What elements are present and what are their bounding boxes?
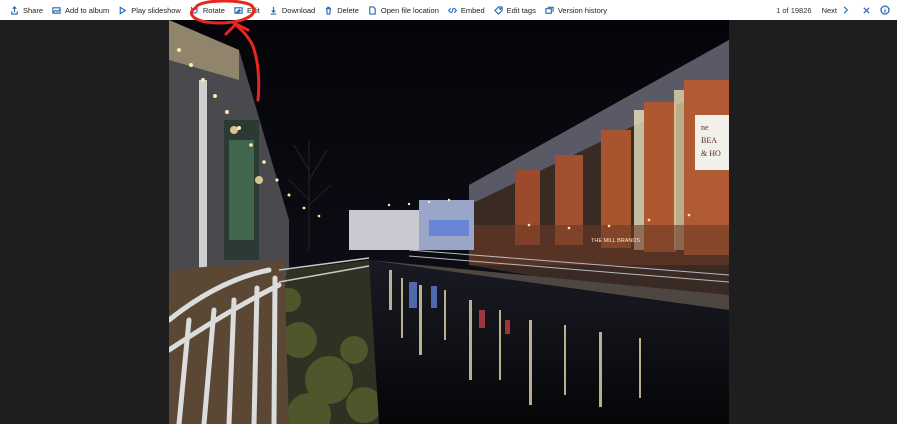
photo-counter: 1 of 19826 [776, 5, 812, 15]
download-icon [269, 6, 278, 15]
embed-button[interactable]: Embed [447, 0, 485, 20]
store-sign-line-3: & HO [701, 149, 721, 158]
version-history-button[interactable]: Version history [545, 0, 607, 20]
toolbar-navigation: 1 of 19826 Next [776, 0, 897, 20]
edit-label: Edit [246, 5, 260, 15]
add-to-album-label: Add to album [65, 5, 110, 15]
photo[interactable]: ne BEA & HO THE MILL BRANDS [169, 20, 729, 424]
next-button[interactable]: Next [822, 5, 850, 15]
edit-icon [234, 6, 243, 15]
play-icon [118, 5, 127, 15]
close-icon [862, 6, 870, 14]
history-icon [545, 6, 554, 15]
rotate-label: Rotate [202, 5, 225, 15]
edit-tags-label: Edit tags [506, 5, 536, 15]
album-icon [52, 6, 61, 15]
file-icon [368, 5, 377, 15]
tag-icon [493, 5, 503, 15]
delete-icon [324, 6, 333, 15]
photo-toolbar: Share Add to album Play slideshow Rotate… [0, 0, 897, 20]
embed-icon [447, 6, 457, 15]
info-icon [880, 5, 890, 15]
shop-sign: THE MILL BRANDS [591, 238, 640, 244]
store-sign-line-2: BEA [701, 136, 717, 145]
chevron-right-icon [843, 6, 849, 14]
download-label: Download [281, 5, 316, 15]
photo-viewer-stage: ne BEA & HO THE MILL BRANDS [0, 20, 897, 424]
edit-button[interactable]: Edit [234, 0, 260, 20]
delete-label: Delete [337, 5, 359, 15]
delete-button[interactable]: Delete [324, 0, 359, 20]
play-slideshow-button[interactable]: Play slideshow [118, 0, 181, 20]
rotate-button[interactable]: Rotate [190, 0, 225, 20]
embed-label: Embed [460, 5, 485, 15]
play-slideshow-label: Play slideshow [131, 5, 181, 15]
info-button[interactable] [878, 3, 892, 17]
share-icon [10, 5, 19, 15]
open-file-location-label: Open file location [380, 5, 439, 15]
close-button[interactable] [859, 3, 873, 17]
next-label: Next [821, 5, 837, 15]
canal-night-photo: ne BEA & HO THE MILL BRANDS [169, 20, 729, 424]
store-sign-line-1: ne [701, 123, 709, 132]
share-label: Share [23, 5, 44, 15]
open-file-location-button[interactable]: Open file location [368, 0, 439, 20]
version-history-label: Version history [557, 5, 608, 15]
edit-tags-button[interactable]: Edit tags [493, 0, 536, 20]
add-to-album-button[interactable]: Add to album [52, 0, 109, 20]
download-button[interactable]: Download [269, 0, 315, 20]
share-button[interactable]: Share [10, 0, 43, 20]
toolbar-actions: Share Add to album Play slideshow Rotate… [0, 0, 616, 20]
rotate-icon [190, 6, 199, 15]
